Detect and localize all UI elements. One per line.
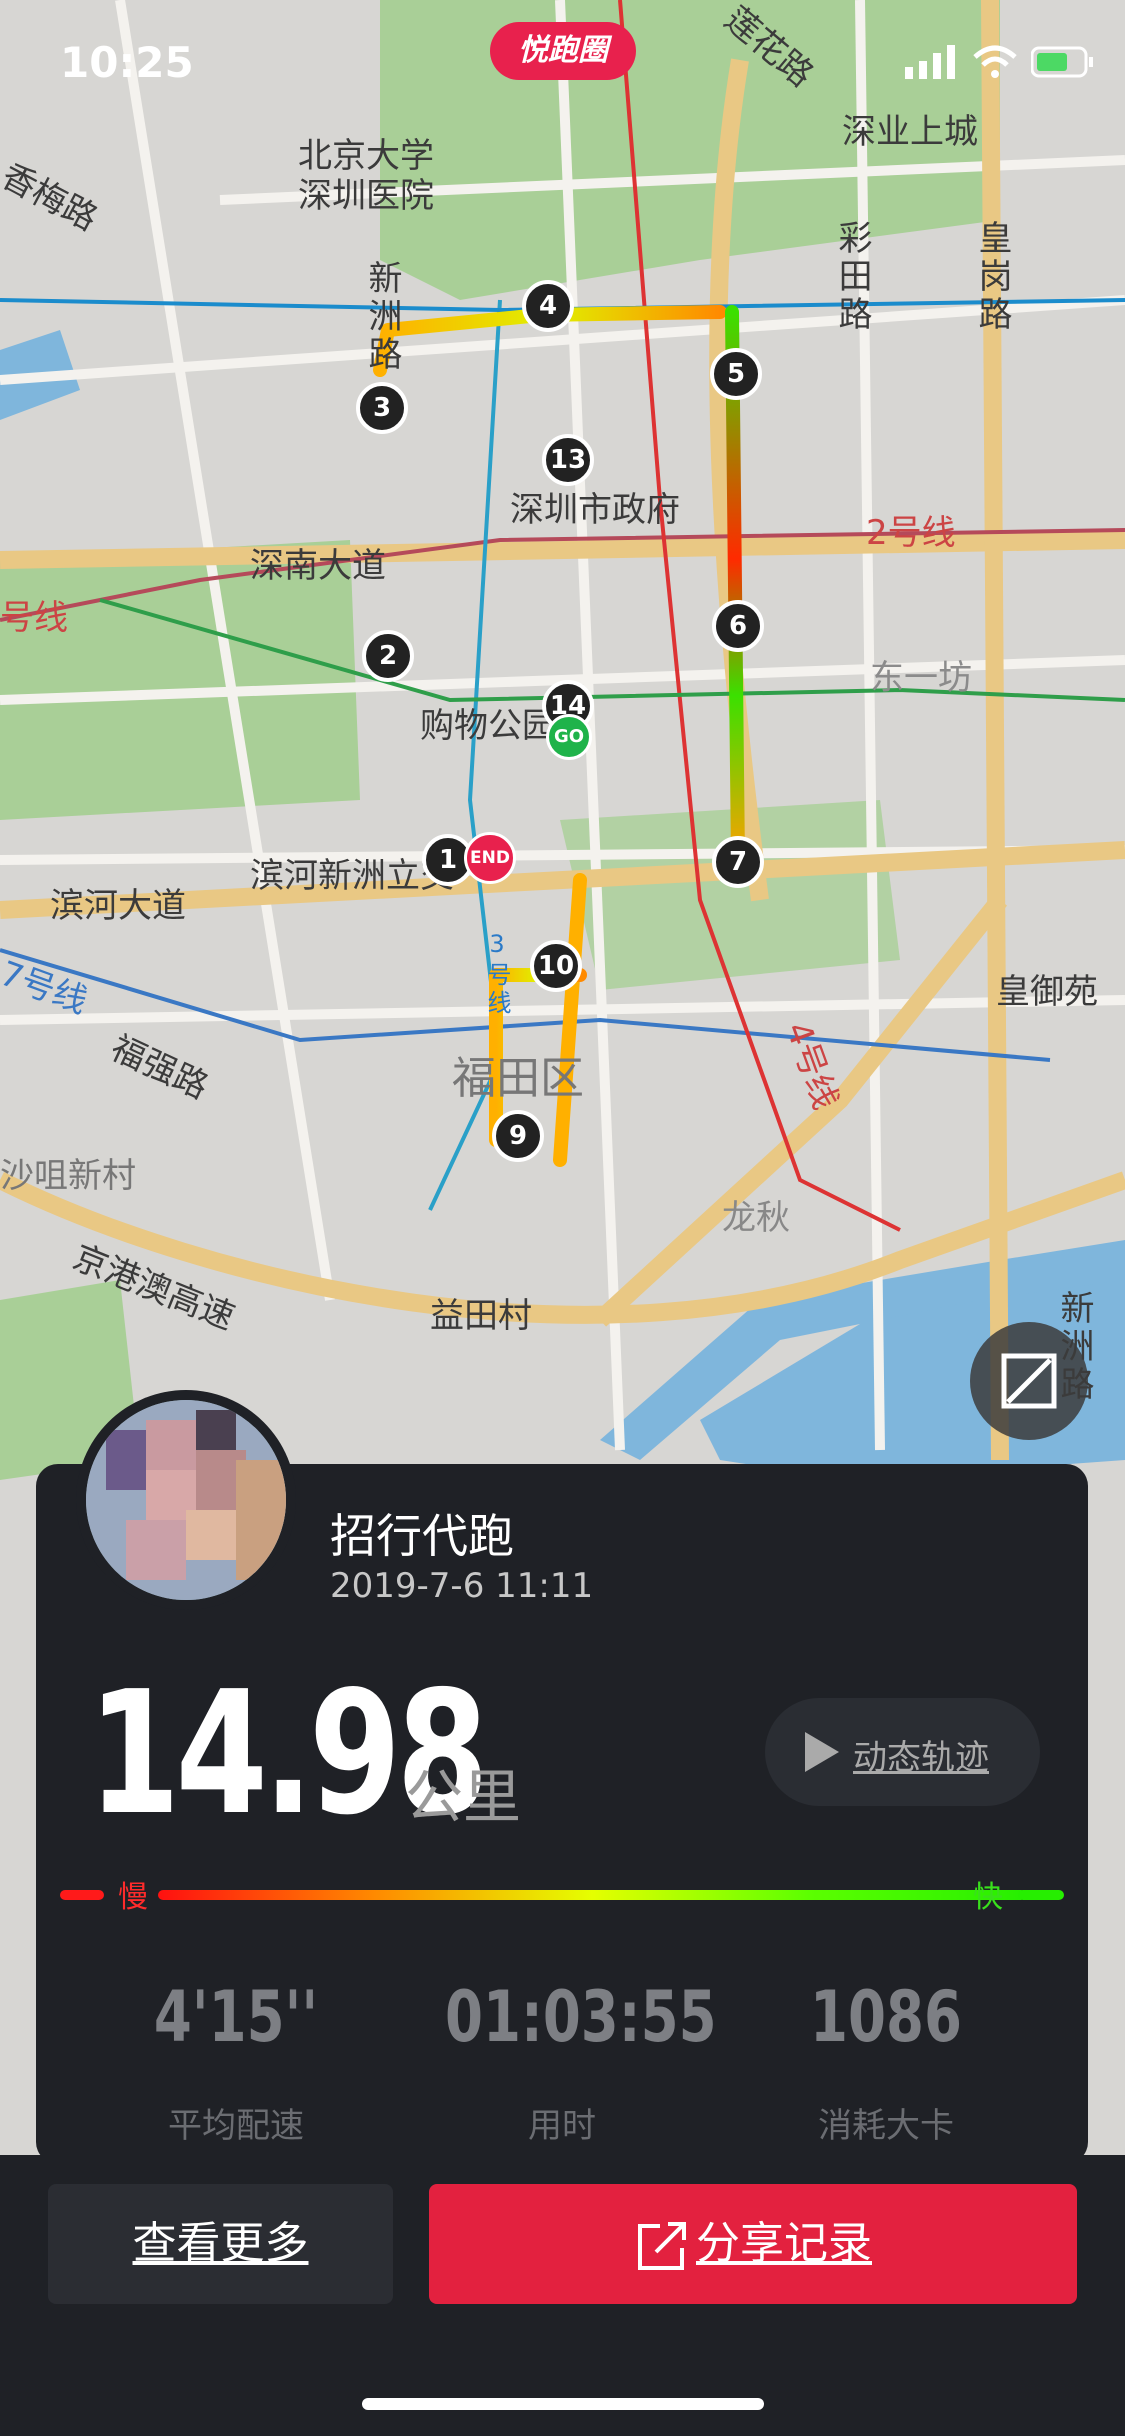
map-label-shaju: 沙咀新村 <box>0 1156 136 1196</box>
end-marker: END <box>464 832 516 884</box>
speed-gradient-bar <box>158 1890 1026 1900</box>
route-marker-10[interactable]: 10 <box>530 940 582 992</box>
duration-value: 01:03:55 <box>445 1976 717 2058</box>
map-label-shennan: 深南大道 <box>250 546 386 586</box>
avg-pace-label: 平均配速 <box>168 2106 304 2146</box>
speed-legend-fast-label: 快 <box>973 1880 1003 1915</box>
avatar[interactable] <box>76 1390 296 1610</box>
wifi-icon <box>973 45 1017 78</box>
route-marker-4[interactable]: 4 <box>522 280 574 332</box>
map-label-caitian: 彩田路 <box>832 220 872 334</box>
map-label-huanggang: 皇岗路 <box>972 220 1012 334</box>
route-marker-6[interactable]: 6 <box>712 600 764 652</box>
map-label-longqiu: 龙秋 <box>722 1198 790 1238</box>
route-marker-7[interactable]: 7 <box>712 836 764 888</box>
status-icons <box>905 45 1095 79</box>
status-bar: 10:25 悦跑圈 <box>0 0 1125 130</box>
map-label-gov: 深圳市政府 <box>510 490 680 530</box>
brand-badge[interactable]: 悦跑圈 <box>490 22 636 80</box>
battery-icon <box>1031 46 1093 78</box>
route-marker-2[interactable]: 2 <box>362 630 414 682</box>
speed-legend: 慢 快 <box>58 1880 1064 1915</box>
speed-legend-fast-segment <box>1018 1890 1064 1900</box>
duration-label: 用时 <box>528 2106 596 2146</box>
map-label-xinzhou: 新洲路 <box>362 260 402 374</box>
share-icon <box>638 2222 686 2270</box>
signal-icon <box>905 45 955 79</box>
speed-legend-slow-label: 慢 <box>118 1880 148 1915</box>
distance-unit: 公里 <box>405 1763 522 1831</box>
route-marker-3[interactable]: 3 <box>356 382 408 434</box>
route-marker-13[interactable]: 13 <box>542 434 594 486</box>
expand-icon <box>1001 1353 1057 1409</box>
play-icon <box>805 1732 839 1772</box>
map-label-pku-2: 深圳医院 <box>298 176 434 216</box>
replay-track-label: 动态轨迹 <box>853 1738 989 1778</box>
view-more-button[interactable]: 查看更多 <box>48 2184 393 2304</box>
map-label-dongyifang: 东一坊 <box>870 658 972 698</box>
route-marker-9[interactable]: 9 <box>492 1110 544 1162</box>
home-indicator[interactable] <box>362 2398 764 2410</box>
map-label-yitian: 益田村 <box>430 1296 532 1336</box>
run-datetime: 2019-7-6 11:11 <box>330 1566 594 1606</box>
map-label-futian: 福田区 <box>452 1053 584 1104</box>
speed-legend-slow-segment <box>60 1890 104 1900</box>
route-marker-5[interactable]: 5 <box>710 348 762 400</box>
replay-track-button[interactable]: 动态轨迹 <box>765 1698 1040 1806</box>
calories-value: 1086 <box>810 1976 962 2058</box>
map-label-binhe: 滨河大道 <box>50 886 186 926</box>
map-label-line2-right: 2号线 <box>866 513 956 553</box>
go-marker: GO <box>546 714 592 760</box>
expand-map-button[interactable] <box>970 1322 1088 1440</box>
status-time: 10:25 <box>60 38 194 87</box>
share-record-button[interactable]: 分享记录 <box>429 2184 1077 2304</box>
calories-label: 消耗大卡 <box>818 2106 954 2146</box>
avg-pace-value: 4'15'' <box>153 1976 319 2058</box>
share-record-label: 分享记录 <box>696 2218 872 2269</box>
avatar-image <box>86 1400 286 1600</box>
map-label-line3: 3号线 <box>483 930 511 1018</box>
map-label-huangyu: 皇御苑 <box>996 972 1098 1012</box>
username: 招行代跑 <box>330 1509 514 1563</box>
map-label-line2-left: 号线 <box>0 598 68 638</box>
map-label-mall: 购物公园 <box>420 706 556 746</box>
